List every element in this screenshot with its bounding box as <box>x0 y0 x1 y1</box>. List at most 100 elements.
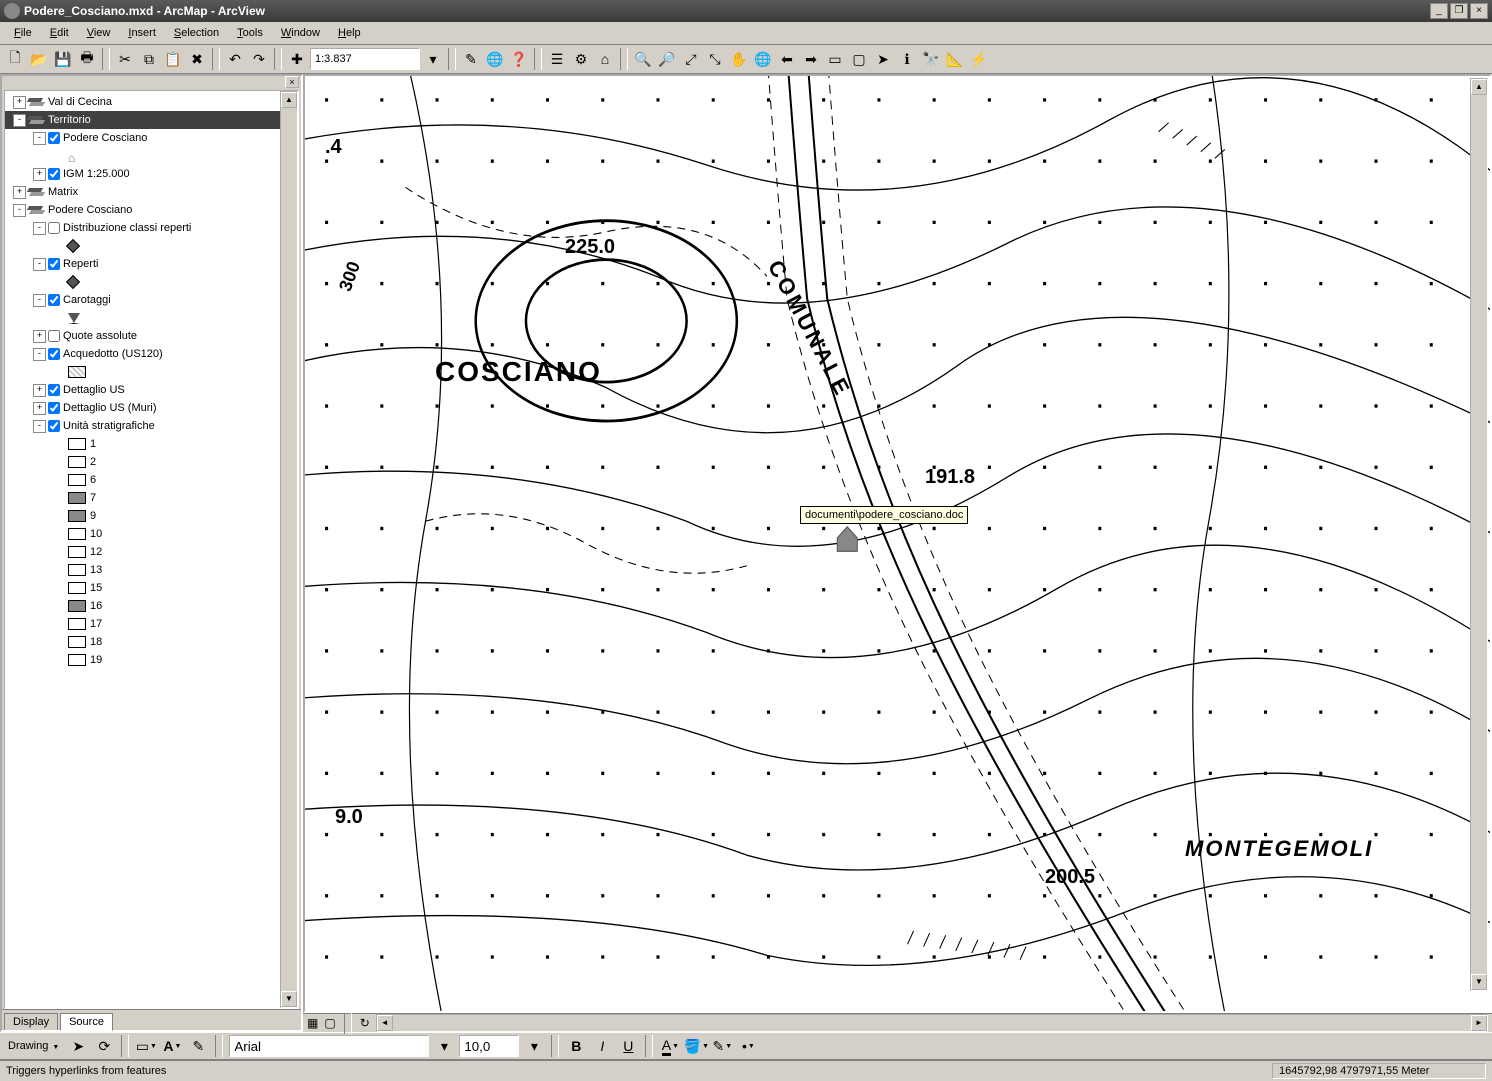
measure-icon[interactable]: 📐 <box>944 48 966 70</box>
editor-icon[interactable]: ✎ <box>460 48 482 70</box>
toc-tree[interactable]: +Val di Cecina-Territorio-Podere Coscian… <box>4 90 299 1009</box>
toc-item[interactable]: +IGM 1:25.000 <box>5 165 298 183</box>
toc-item[interactable] <box>5 237 298 255</box>
toc-item[interactable]: +Matrix <box>5 183 298 201</box>
fixed-zoom-out-icon[interactable]: ⤡ <box>704 48 726 70</box>
toc-item[interactable] <box>5 363 298 381</box>
toc-item[interactable]: 16 <box>5 597 298 615</box>
bold-icon[interactable]: B <box>565 1035 587 1057</box>
delete-icon[interactable]: ✖ <box>186 48 208 70</box>
toc-item[interactable]: -Podere Cosciano <box>5 201 298 219</box>
toc-item[interactable]: -Podere Cosciano <box>5 129 298 147</box>
data-view-icon[interactable]: ▦ <box>307 1016 318 1030</box>
font-size-input[interactable] <box>459 1035 519 1057</box>
fixed-zoom-in-icon[interactable]: ⤢ <box>680 48 702 70</box>
toc-item[interactable]: 9 <box>5 507 298 525</box>
drawing-menu[interactable]: Drawing ▼ <box>4 1040 63 1052</box>
toc-item[interactable]: -Carotaggi <box>5 291 298 309</box>
toc-item[interactable]: -Acquedotto (US120) <box>5 345 298 363</box>
toc-item[interactable]: +Val di Cecina <box>5 93 298 111</box>
forward-icon[interactable]: ➡ <box>800 48 822 70</box>
zoom-out-icon[interactable]: 🔎 <box>656 48 678 70</box>
toc-item[interactable]: -Reperti <box>5 255 298 273</box>
toc-item[interactable]: -Unità stratigrafiche <box>5 417 298 435</box>
expand-icon[interactable]: - <box>33 348 46 361</box>
menu-view[interactable]: View <box>79 25 119 41</box>
toc-item[interactable]: 12 <box>5 543 298 561</box>
toc-item[interactable]: 10 <box>5 525 298 543</box>
toc-item[interactable]: -Distribuzione classi reperti <box>5 219 298 237</box>
layout-view-icon[interactable]: ▢ <box>324 1016 335 1030</box>
pan-icon[interactable]: ✋ <box>728 48 750 70</box>
toc-tab-source[interactable]: Source <box>60 1013 113 1031</box>
font-dropdown-icon[interactable]: ▾ <box>433 1035 455 1057</box>
expand-icon[interactable]: + <box>33 330 46 343</box>
toc-item[interactable]: 15 <box>5 579 298 597</box>
italic-icon[interactable]: I <box>591 1035 613 1057</box>
toc-item[interactable] <box>5 273 298 291</box>
toc-item[interactable]: 17 <box>5 615 298 633</box>
open-icon[interactable]: 📂 <box>28 48 50 70</box>
toc-tab-display[interactable]: Display <box>4 1013 58 1030</box>
fill-color-icon[interactable]: 🪣▼ <box>685 1035 707 1057</box>
rectangle-icon[interactable]: ▭▼ <box>135 1035 157 1057</box>
underline-icon[interactable]: U <box>617 1035 639 1057</box>
undo-icon[interactable]: ↶ <box>224 48 246 70</box>
select-element-icon[interactable]: ➤ <box>872 48 894 70</box>
toc-item[interactable]: -Territorio <box>5 111 298 129</box>
menu-file[interactable]: File <box>6 25 40 41</box>
layer-visibility-checkbox[interactable] <box>48 222 60 234</box>
print-icon[interactable]: 🖶 <box>76 48 98 70</box>
expand-icon[interactable]: - <box>33 294 46 307</box>
toc-item[interactable]: 13 <box>5 561 298 579</box>
tools-icon[interactable]: ☰ <box>546 48 568 70</box>
refresh-icon[interactable]: ↻ <box>360 1016 370 1030</box>
maximize-button[interactable]: ❐ <box>1450 3 1468 19</box>
full-extent-icon[interactable]: 🌐 <box>752 48 774 70</box>
expand-icon[interactable]: - <box>33 258 46 271</box>
expand-icon[interactable]: + <box>33 402 46 415</box>
arccatalog-icon[interactable]: 🌐 <box>484 48 506 70</box>
scale-dropdown-icon[interactable]: ▾ <box>422 48 444 70</box>
expand-icon[interactable]: + <box>33 168 46 181</box>
map-scale-input[interactable] <box>310 48 420 70</box>
toc-item[interactable]: 6 <box>5 471 298 489</box>
cut-icon[interactable]: ✂ <box>114 48 136 70</box>
add-data-icon[interactable]: ✚ <box>286 48 308 70</box>
minimize-button[interactable]: _ <box>1430 3 1448 19</box>
edit-vertices-icon[interactable]: ✎ <box>187 1035 209 1057</box>
expand-icon[interactable]: + <box>13 186 26 199</box>
expand-icon[interactable]: + <box>33 384 46 397</box>
map-canvas[interactable]: COSCIANO COMUNALE MONTEGEMOLI 225.0 191.… <box>303 74 1492 1013</box>
select-features-icon[interactable]: ▭ <box>824 48 846 70</box>
zoom-in-icon[interactable]: 🔍 <box>632 48 654 70</box>
close-button[interactable]: × <box>1470 3 1488 19</box>
menu-window[interactable]: Window <box>273 25 328 41</box>
expand-icon[interactable]: - <box>33 132 46 145</box>
toc-item[interactable]: 1 <box>5 435 298 453</box>
toc-item[interactable] <box>5 309 298 327</box>
redo-icon[interactable]: ↷ <box>248 48 270 70</box>
rotate-icon[interactable]: ⟳ <box>93 1035 115 1057</box>
layer-visibility-checkbox[interactable] <box>48 294 60 306</box>
line-color-icon[interactable]: ✎▼ <box>711 1035 733 1057</box>
toc-item[interactable]: +Dettaglio US <box>5 381 298 399</box>
toc-scrollbar[interactable] <box>280 91 298 1008</box>
size-dropdown-icon[interactable]: ▾ <box>523 1035 545 1057</box>
hyperlink-icon[interactable]: ⚡ <box>968 48 990 70</box>
menu-selection[interactable]: Selection <box>166 25 227 41</box>
find-icon[interactable]: 🔭 <box>920 48 942 70</box>
save-icon[interactable]: 💾 <box>52 48 74 70</box>
copy-icon[interactable]: ⧉ <box>138 48 160 70</box>
toc-item[interactable]: +Dettaglio US (Muri) <box>5 399 298 417</box>
modelbuilder-icon[interactable]: ⚙ <box>570 48 592 70</box>
layer-visibility-checkbox[interactable] <box>48 402 60 414</box>
expand-icon[interactable]: - <box>33 222 46 235</box>
identify-icon[interactable]: ℹ <box>896 48 918 70</box>
back-icon[interactable]: ⬅ <box>776 48 798 70</box>
expand-icon[interactable]: - <box>13 114 26 127</box>
expand-icon[interactable]: - <box>33 420 46 433</box>
help-icon[interactable]: ❓ <box>508 48 530 70</box>
new-icon[interactable]: 🗋 <box>4 48 26 70</box>
toc-close-button[interactable]: × <box>285 76 299 88</box>
